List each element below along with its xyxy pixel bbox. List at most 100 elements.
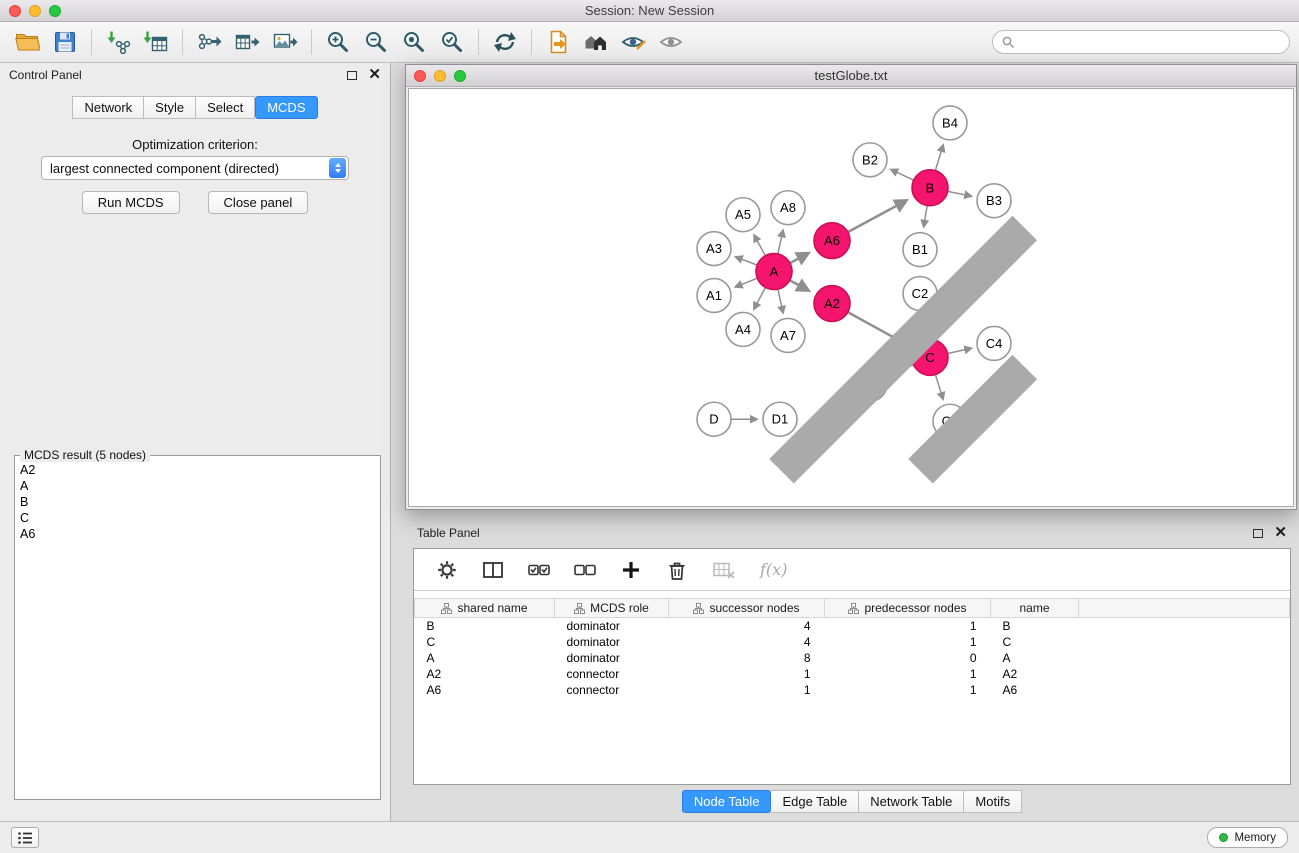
function-builder-button[interactable]: f(x) [760,560,787,579]
table-cell[interactable]: connector [555,682,669,698]
tab-node-table[interactable]: Node Table [682,790,772,813]
mcds-result-item[interactable]: A6 [20,526,375,542]
window-controls [9,5,61,17]
zoom-out-icon [363,29,389,55]
columns-icon[interactable] [482,559,504,581]
table-cell-filler [1079,666,1290,682]
mcds-result-item[interactable]: C [20,510,375,526]
table-row[interactable]: Adominator80A [415,650,1290,666]
criterion-dropdown[interactable]: largest connected component (directed) [41,156,349,180]
column-header-predecessor-nodes[interactable]: predecessor nodes [825,599,991,618]
open-session-button[interactable] [8,25,46,59]
show-hide-graphics-button[interactable] [615,25,653,59]
table-cell[interactable]: C [415,634,555,650]
tab-style[interactable]: Style [144,96,196,119]
float-panel-icon[interactable] [347,71,357,80]
open-document-button[interactable] [539,25,577,59]
close-panel-icon[interactable]: ✕ [368,70,381,80]
task-history-button[interactable] [11,827,39,848]
status-bar: Memory [0,821,1299,853]
tab-edge-table[interactable]: Edge Table [771,790,859,813]
apply-layout-button[interactable] [486,25,524,59]
table-cell[interactable]: A [991,650,1079,666]
mcds-result-item[interactable]: A2 [20,462,375,478]
table-cell[interactable]: dominator [555,634,669,650]
delete-column-icon[interactable] [712,559,736,581]
tab-mcds[interactable]: MCDS [255,96,317,119]
export-table-button[interactable] [228,25,266,59]
column-header-name[interactable]: name [991,599,1079,618]
table-cell[interactable]: B [415,618,555,634]
close-panel-button[interactable]: Close panel [208,191,309,214]
table-row[interactable]: Cdominator41C [415,634,1290,650]
tab-network-table[interactable]: Network Table [859,790,964,813]
table-cell[interactable]: A [415,650,555,666]
tab-network[interactable]: Network [72,96,144,119]
table-cell[interactable]: 8 [669,650,825,666]
zoom-selected-button[interactable] [433,25,471,59]
trash-icon[interactable] [666,559,688,581]
table-cell[interactable]: B [991,618,1079,634]
table-cell[interactable]: 1 [825,618,991,634]
table-cell[interactable]: A2 [415,666,555,682]
table-row[interactable]: A2connector11A2 [415,666,1290,682]
table-cell[interactable]: A6 [991,682,1079,698]
import-network-button[interactable] [99,25,137,59]
table-cell[interactable]: C [991,634,1079,650]
network-overview-button[interactable] [577,25,615,59]
overview-homes-icon [583,29,609,55]
gear-icon[interactable] [436,559,458,581]
table-cell[interactable]: 1 [825,634,991,650]
run-mcds-button[interactable]: Run MCDS [82,191,180,214]
network-canvas[interactable]: B4B2BB3A5A8A6A3B1AC2A1A2A4A7C4CC1DD1C3 [408,88,1294,507]
table-cell[interactable]: connector [555,666,669,682]
table-cell[interactable]: 4 [669,634,825,650]
tab-motifs[interactable]: Motifs [964,790,1022,813]
resize-handle[interactable] [409,89,1293,506]
mcds-result-item[interactable]: A [20,478,375,494]
column-header-mcds-role[interactable]: MCDS role [555,599,669,618]
table-cell[interactable]: 4 [669,618,825,634]
toggle-view-button[interactable] [653,25,691,59]
table-cell[interactable]: 1 [825,682,991,698]
import-table-button[interactable] [137,25,175,59]
search-input[interactable] [1021,35,1280,50]
minimize-window-button[interactable] [29,5,41,17]
tab-select[interactable]: Select [196,96,255,119]
column-label: MCDS role [590,601,649,615]
save-session-button[interactable] [46,25,84,59]
table-cell[interactable]: 0 [825,650,991,666]
zoom-fit-button[interactable] [395,25,433,59]
minimize-network-window-button[interactable] [434,70,446,82]
search-field[interactable] [992,30,1290,54]
table-cell[interactable]: 1 [669,666,825,682]
zoom-network-window-button[interactable] [454,70,466,82]
table-cell[interactable]: A2 [991,666,1079,682]
close-window-button[interactable] [9,5,21,17]
table-cell[interactable]: dominator [555,650,669,666]
table-panel-tabs: Node Table Edge Table Network Table Moti… [405,790,1299,813]
titlebar: Session: New Session [0,0,1299,22]
mcds-result-list: A2ABCA6 [15,456,380,548]
select-all-icon[interactable] [528,559,550,581]
table-row[interactable]: A6connector11A6 [415,682,1290,698]
table-cell[interactable]: dominator [555,618,669,634]
close-network-window-button[interactable] [414,70,426,82]
float-table-panel-icon[interactable] [1253,529,1263,538]
column-header-successor-nodes[interactable]: successor nodes [669,599,825,618]
zoom-out-button[interactable] [357,25,395,59]
table-cell[interactable]: A6 [415,682,555,698]
add-icon[interactable] [620,559,642,581]
zoom-in-button[interactable] [319,25,357,59]
export-image-button[interactable] [266,25,304,59]
export-network-button[interactable] [190,25,228,59]
table-row[interactable]: Bdominator41B [415,618,1290,634]
deselect-all-icon[interactable] [574,559,596,581]
memory-button[interactable]: Memory [1207,827,1288,848]
close-table-panel-icon[interactable]: ✕ [1274,528,1287,538]
zoom-window-button[interactable] [49,5,61,17]
table-cell[interactable]: 1 [669,682,825,698]
mcds-result-item[interactable]: B [20,494,375,510]
table-cell[interactable]: 1 [825,666,991,682]
column-header-shared-name[interactable]: shared name [415,599,555,618]
